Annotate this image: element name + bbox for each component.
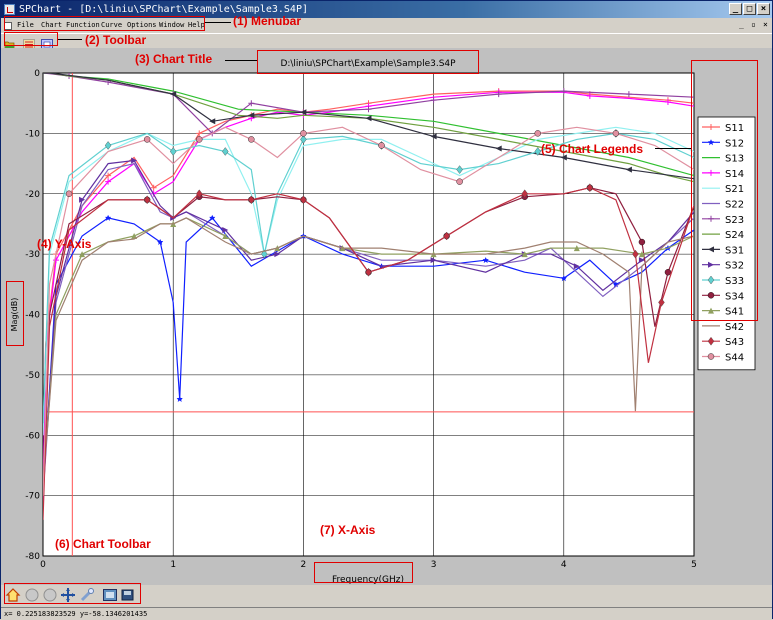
chart-legends-highlight — [691, 60, 758, 321]
data-point-s44 — [534, 130, 541, 137]
chart-legends-annotation: (5) Chart Legends — [541, 142, 644, 156]
x-tick-label: 4 — [561, 560, 567, 570]
menubar-annotation: (1) Menubar — [233, 14, 302, 28]
mdi-restore-button[interactable]: ▫ — [751, 19, 756, 31]
legend-label-s42[interactable]: S42 — [725, 322, 744, 333]
y-axis-annotation: (4) Y-Axis — [37, 237, 92, 251]
app-icon — [4, 4, 15, 15]
data-point-s44 — [378, 142, 385, 149]
data-point-s34 — [638, 238, 646, 246]
x-tick-label: 0 — [40, 560, 46, 570]
data-point-s44 — [300, 130, 307, 137]
x-axis-annotation: (7) X-Axis — [320, 523, 376, 537]
data-point-s44 — [143, 136, 151, 143]
mdi-close-button[interactable]: × — [763, 19, 768, 31]
toolbar-highlight — [4, 32, 58, 46]
x-tick-label: 2 — [301, 560, 307, 570]
data-point-s44 — [612, 130, 620, 137]
y-tick-label: -10 — [25, 129, 40, 139]
data-point-s44 — [248, 136, 255, 143]
data-point-s34 — [664, 269, 672, 276]
y-tick-label: -60 — [25, 431, 40, 441]
chart-title-annotation: (3) Chart Title — [135, 52, 213, 66]
close-button[interactable]: × — [757, 3, 770, 15]
toolbar-annotation: (2) Toolbar — [85, 33, 147, 47]
y-tick-label: -50 — [25, 371, 40, 381]
data-point-s44 — [65, 190, 73, 197]
legend-marker-s44 — [707, 353, 715, 360]
minimize-button[interactable]: _ — [729, 3, 742, 15]
legend-label-s44[interactable]: S44 — [725, 353, 744, 364]
y-tick-label: -20 — [25, 190, 40, 200]
y-tick-label: -30 — [25, 250, 40, 260]
chart-title-pointer — [225, 60, 257, 61]
chart-toolbar-annotation: (6) Chart Toolbar — [55, 537, 151, 551]
x-tick-label: 5 — [691, 560, 697, 570]
status-bar: x= 0.225183823529 y=-58.1346201435 — [1, 607, 772, 619]
y-tick-label: 0 — [34, 69, 40, 79]
chart-svg[interactable]: 0 1 2 3 4 50-10-20-30-40-50-60-70-80D:\liniu\… — [1, 48, 772, 585]
application-window: SPChart - [D:\liniu\SPChart\Example\Samp… — [0, 0, 773, 619]
data-point-s44 — [456, 178, 463, 185]
x-tick-label: 1 — [170, 560, 176, 570]
chart-toolbar-highlight — [4, 583, 141, 604]
chart-legends-pointer — [655, 148, 691, 149]
y-tick-label: -40 — [25, 311, 40, 321]
maximize-button[interactable]: □ — [743, 3, 756, 15]
menubar-highlight — [4, 16, 205, 31]
chart-title-highlight — [257, 50, 479, 74]
x-tick-label: 3 — [431, 560, 437, 570]
y-tick-label: -70 — [25, 492, 40, 502]
x-axis-highlight — [314, 562, 413, 583]
data-point-s44 — [196, 136, 203, 143]
chart-area: 0 1 2 3 4 5 0 -10 -20 -30 -40 -50 -60 -70 -80 D:\liniu\… — [1, 48, 772, 585]
y-axis-highlight — [6, 281, 24, 346]
menubar-pointer — [205, 22, 231, 23]
toolbar-pointer — [58, 39, 82, 40]
legend-label-s43[interactable]: S43 — [725, 337, 744, 348]
mdi-minimize-button[interactable]: _ — [739, 19, 744, 31]
y-tick-label: -80 — [25, 552, 40, 562]
